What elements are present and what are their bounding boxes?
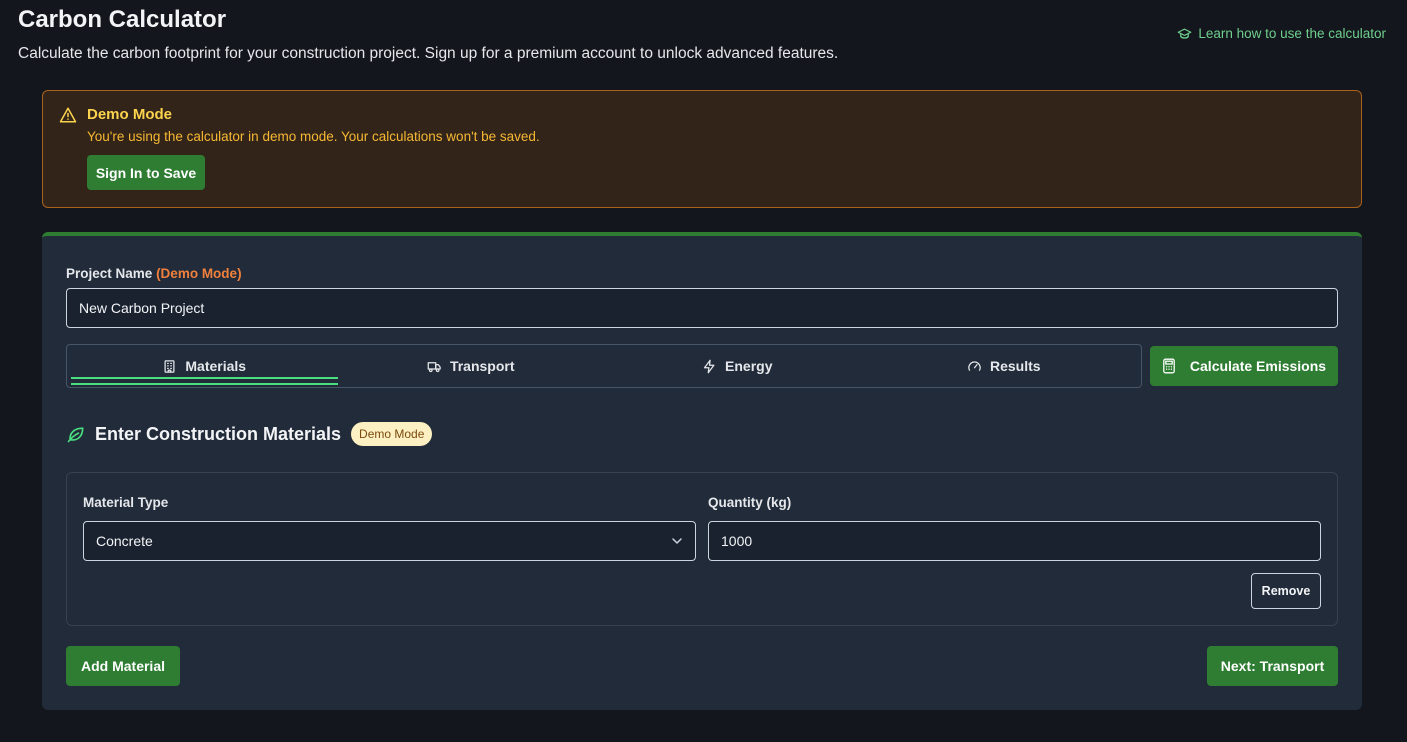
tab-transport-label: Transport: [449, 358, 515, 374]
calculate-emissions-button[interactable]: Calculate Emissions: [1150, 346, 1338, 386]
tab-results[interactable]: Results: [871, 345, 1138, 387]
bolt-icon: [703, 359, 715, 373]
tab-materials[interactable]: Materials: [71, 345, 338, 387]
tab-transport[interactable]: Transport: [338, 345, 605, 387]
tab-results-label: Results: [989, 358, 1041, 374]
material-row: Material Type Quantity (kg) Concrete Rem…: [66, 472, 1338, 626]
tab-energy[interactable]: Energy: [604, 345, 871, 387]
learn-link[interactable]: Learn how to use the calculator: [1177, 26, 1386, 41]
project-name-demo-tag: (Demo Mode): [156, 266, 242, 281]
banner-title: Demo Mode: [87, 106, 173, 123]
calculator-icon: [1163, 358, 1175, 374]
learn-link-label: Learn how to use the calculator: [1198, 26, 1386, 41]
demo-mode-banner: Demo Mode You're using the calculator in…: [42, 90, 1362, 208]
page-subtitle: Calculate the carbon footprint for your …: [18, 45, 839, 62]
add-material-button[interactable]: Add Material: [66, 646, 180, 686]
leaf-icon: [67, 427, 84, 443]
quantity-input[interactable]: [708, 521, 1321, 561]
banner-text: You're using the calculator in demo mode…: [87, 129, 540, 144]
project-name-label: Project Name (Demo Mode): [66, 266, 242, 281]
sign-in-to-save-button[interactable]: Sign In to Save: [87, 155, 205, 190]
truck-icon: [427, 361, 441, 372]
material-type-select[interactable]: Concrete: [83, 521, 696, 561]
chevron-down-icon: [672, 538, 682, 544]
quantity-label: Quantity (kg): [708, 495, 792, 510]
demo-mode-badge: Demo Mode: [351, 422, 433, 446]
gauge-icon: [968, 360, 981, 371]
materials-section-header: Enter Construction Materials Demo Mode: [66, 422, 433, 446]
project-name-label-text: Project Name: [66, 266, 153, 281]
next-transport-button[interactable]: Next: Transport: [1207, 646, 1338, 686]
graduation-cap-icon: [1178, 28, 1192, 39]
tab-energy-label: Energy: [725, 358, 773, 374]
calculator-tabs: Materials Transport Energy Results: [66, 344, 1142, 388]
building-icon: [164, 359, 175, 373]
calculator-card: Project Name (Demo Mode) Materials Trans…: [42, 232, 1362, 710]
calculate-emissions-label: Calculate Emissions: [1189, 358, 1327, 374]
tab-materials-label: Materials: [185, 358, 247, 374]
material-type-label: Material Type: [83, 495, 169, 510]
warning-icon: [59, 107, 77, 123]
remove-material-button[interactable]: Remove: [1251, 573, 1321, 609]
section-title: Enter Construction Materials: [95, 423, 342, 444]
material-type-value: Concrete: [96, 533, 153, 549]
page-title: Carbon Calculator: [18, 6, 227, 33]
project-name-input[interactable]: [66, 288, 1338, 328]
